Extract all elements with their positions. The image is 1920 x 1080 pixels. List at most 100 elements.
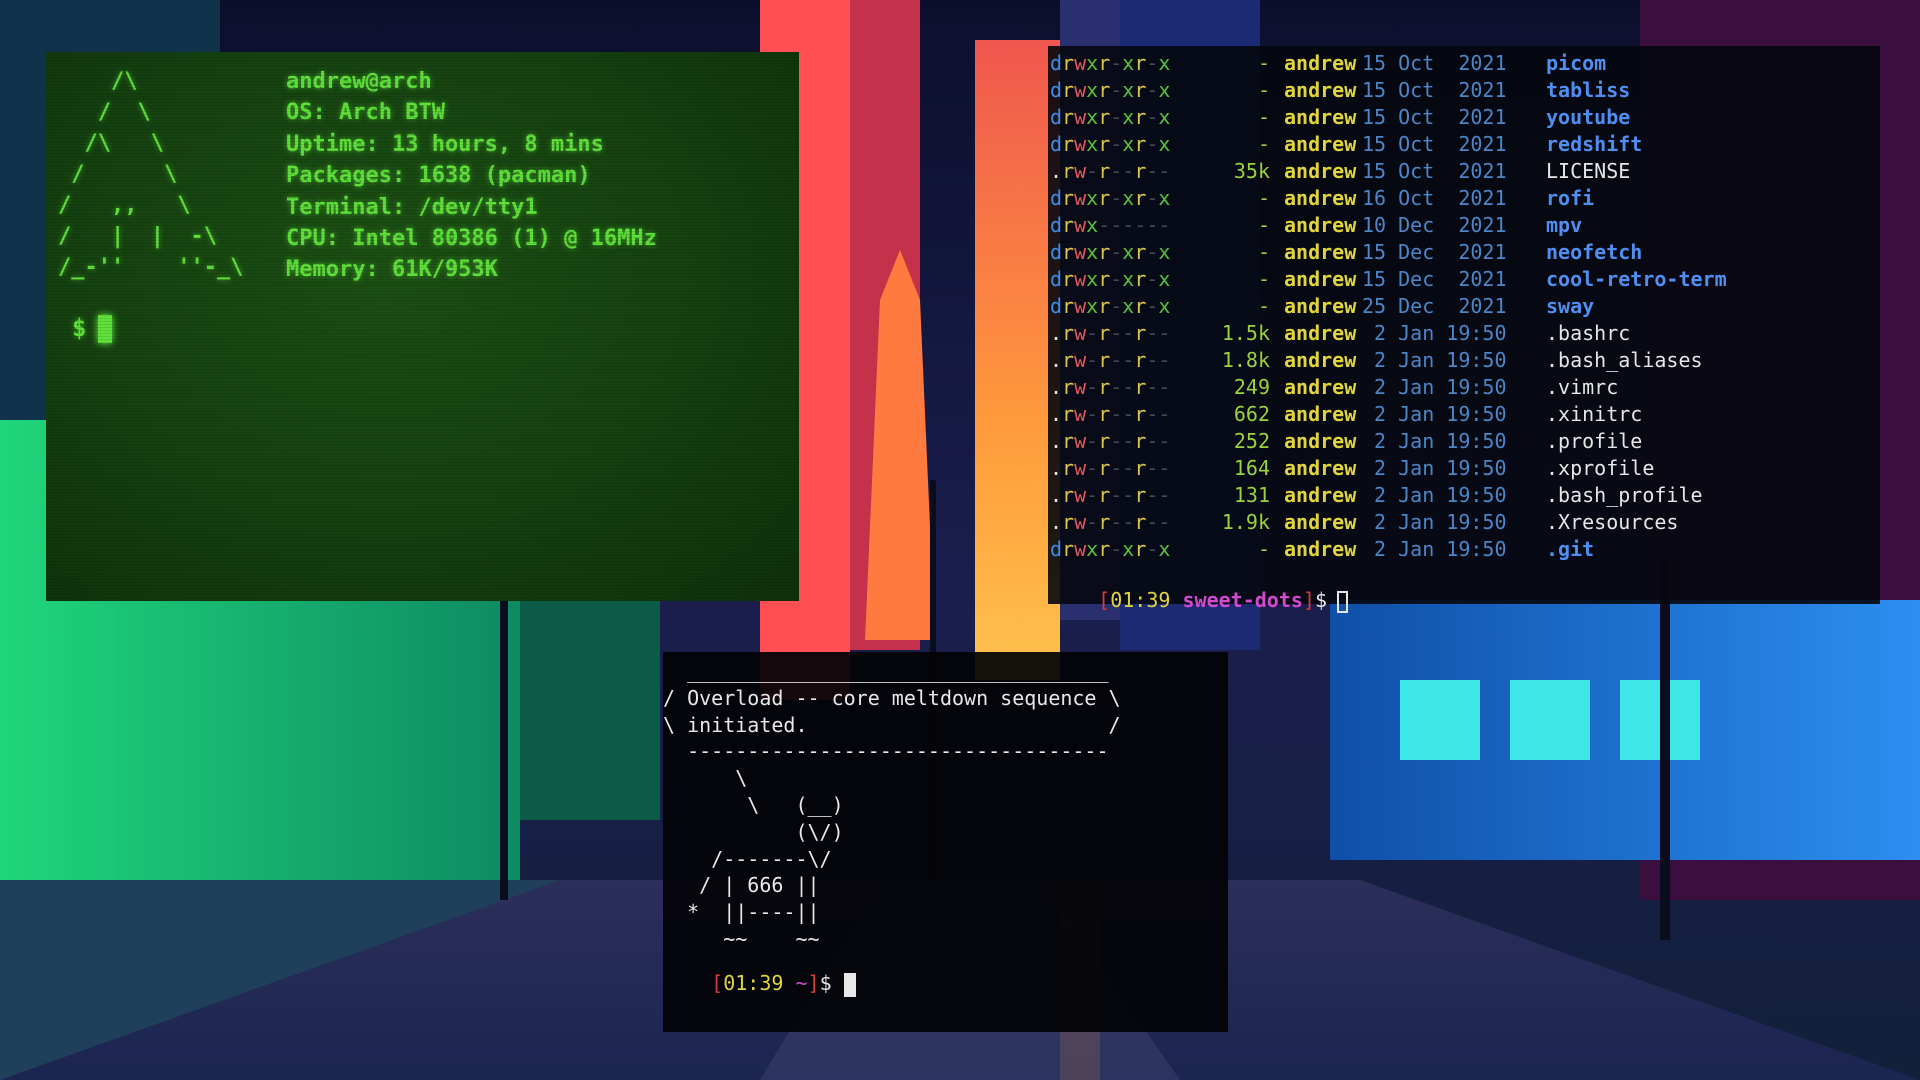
file-owner: andrew xyxy=(1284,78,1357,102)
prompt-bracket-open: [ xyxy=(1098,588,1111,612)
file-permissions: .rw-r--r-- xyxy=(1050,375,1171,399)
file-owner: andrew xyxy=(1284,132,1357,156)
block-cursor xyxy=(843,972,856,997)
arch-ascii-logo: /\ / \ /\ \ / \ / ,, \ / | | -\ /_-'' ''… xyxy=(58,69,244,280)
file-owner: andrew xyxy=(1284,51,1357,75)
file-permissions: .rw-r--r-- xyxy=(1050,483,1171,507)
file-owner: andrew xyxy=(1284,483,1357,507)
file-owner: andrew xyxy=(1284,294,1357,318)
file-size: - xyxy=(1257,537,1270,561)
file-size: 35k xyxy=(1233,159,1270,183)
file-size: 662 xyxy=(1233,402,1270,426)
prompt-bracket-close: ] xyxy=(1302,588,1315,612)
file-size: - xyxy=(1257,132,1270,156)
file-owner: andrew xyxy=(1284,267,1357,291)
file-size: - xyxy=(1257,51,1270,75)
file-name[interactable]: rofi xyxy=(1546,185,1594,212)
file-name[interactable]: redshift xyxy=(1546,131,1642,158)
file-owner: andrew xyxy=(1284,159,1357,183)
file-size: 164 xyxy=(1233,456,1270,480)
file-size: 249 xyxy=(1233,375,1270,399)
prompt-symbol: $ xyxy=(72,314,87,342)
file-date: 2 Jan 19:50 xyxy=(1362,429,1507,453)
retro-prompt[interactable]: $ xyxy=(72,314,113,343)
file-size: - xyxy=(1257,213,1270,237)
file-date: 2 Jan 19:50 xyxy=(1362,321,1507,345)
file-name[interactable]: .xinitrc xyxy=(1546,401,1642,428)
file-size: - xyxy=(1257,186,1270,210)
os-info: OS: Arch BTW xyxy=(286,100,445,126)
prompt-bracket-open: [ xyxy=(711,971,724,995)
file-owner: andrew xyxy=(1284,348,1357,372)
file-owner: andrew xyxy=(1284,429,1357,453)
file-date: 25 Dec 2021 xyxy=(1362,294,1507,318)
file-listing-terminal[interactable]: drwxr-xr-x - andrew 15 Oct 2021 picom drwxr-x… xyxy=(1048,46,1880,613)
file-owner: andrew xyxy=(1284,213,1357,237)
file-owner: andrew xyxy=(1284,105,1357,129)
file-permissions: drwxr-xr-x xyxy=(1050,132,1171,156)
packages-info: Packages: 1638 (pacman) xyxy=(286,163,591,189)
file-name[interactable]: sway xyxy=(1546,293,1594,320)
file-permissions: .rw-r--r-- xyxy=(1050,510,1171,534)
file-name[interactable]: tabliss xyxy=(1546,77,1630,104)
file-name[interactable]: .bashrc xyxy=(1546,320,1630,347)
cowsay-output: ___________________________________ / Ov… xyxy=(663,659,1121,951)
file-permissions: .rw-r--r-- xyxy=(1050,348,1171,372)
file-name[interactable]: .git xyxy=(1546,536,1594,563)
file-name[interactable]: neofetch xyxy=(1546,239,1642,266)
file-size: - xyxy=(1257,294,1270,318)
file-name[interactable]: .vimrc xyxy=(1546,374,1618,401)
file-size: 1.9k xyxy=(1221,510,1270,534)
file-size: 1.5k xyxy=(1221,321,1270,345)
file-permissions: drwx------ xyxy=(1050,213,1171,237)
file-permissions: drwxr-xr-x xyxy=(1050,294,1171,318)
file-size: 131 xyxy=(1233,483,1270,507)
file-name[interactable]: .bash_profile xyxy=(1546,482,1703,509)
file-name[interactable]: picom xyxy=(1546,50,1606,77)
file-owner: andrew xyxy=(1284,321,1357,345)
file-permissions: drwxr-xr-x xyxy=(1050,51,1171,75)
file-name[interactable]: mpv xyxy=(1546,212,1582,239)
file-size: - xyxy=(1257,78,1270,102)
cpu-info: CPU: Intel 80386 (1) @ 16MHz xyxy=(286,226,657,252)
uptime-info: Uptime: 13 hours, 8 mins xyxy=(286,131,604,157)
shell-prompt[interactable]: [01:39 sweet-dots]$ xyxy=(1050,560,1348,613)
file-date: 15 Oct 2021 xyxy=(1362,78,1507,102)
block-cursor xyxy=(98,315,113,343)
file-date: 15 Oct 2021 xyxy=(1362,132,1507,156)
file-size: 1.8k xyxy=(1221,348,1270,372)
prompt-bracket-close: ] xyxy=(807,971,820,995)
file-name[interactable]: cool-retro-term xyxy=(1546,266,1727,293)
file-permissions: .rw-r--r-- xyxy=(1050,429,1171,453)
file-permissions: drwxr-xr-x xyxy=(1050,537,1171,561)
file-permissions: drwxr-xr-x xyxy=(1050,105,1171,129)
file-permissions: .rw-r--r-- xyxy=(1050,159,1171,183)
file-date: 2 Jan 19:50 xyxy=(1362,537,1507,561)
file-name[interactable]: youtube xyxy=(1546,104,1630,131)
cowsay-terminal[interactable]: ___________________________________ / Ov… xyxy=(663,652,1228,1032)
file-name[interactable]: .profile xyxy=(1546,428,1642,455)
file-name[interactable]: .Xresources xyxy=(1546,509,1678,536)
prompt-directory: sweet-dots xyxy=(1182,588,1303,612)
file-date: 15 Dec 2021 xyxy=(1362,240,1507,264)
user-host: andrew@arch xyxy=(286,69,432,94)
file-permissions: .rw-r--r-- xyxy=(1050,321,1171,345)
file-owner: andrew xyxy=(1284,186,1357,210)
file-name[interactable]: .xprofile xyxy=(1546,455,1654,482)
file-permissions: drwxr-xr-x xyxy=(1050,186,1171,210)
file-permissions: .rw-r--r-- xyxy=(1050,402,1171,426)
file-size: - xyxy=(1257,105,1270,129)
shell-prompt[interactable]: [01:39 ~]$ xyxy=(663,947,856,1021)
file-size: - xyxy=(1257,240,1270,264)
file-name[interactable]: LICENSE xyxy=(1546,158,1630,185)
file-permissions: .rw-r--r-- xyxy=(1050,456,1171,480)
file-owner: andrew xyxy=(1284,375,1357,399)
file-date: 15 Oct 2021 xyxy=(1362,51,1507,75)
file-name[interactable]: .bash_aliases xyxy=(1546,347,1703,374)
file-permissions: drwxr-xr-x xyxy=(1050,240,1171,264)
file-permissions: drwxr-xr-x xyxy=(1050,267,1171,291)
system-info: andrew@arch OS: Arch BTW Uptime: 13 hour… xyxy=(286,66,657,286)
prompt-time: 01:39 xyxy=(723,971,784,995)
retro-terminal-window[interactable]: /\ / \ /\ \ / \ / ,, \ / | | -\ /_-'' ''… xyxy=(46,52,799,601)
prompt-directory: ~ xyxy=(795,971,808,995)
